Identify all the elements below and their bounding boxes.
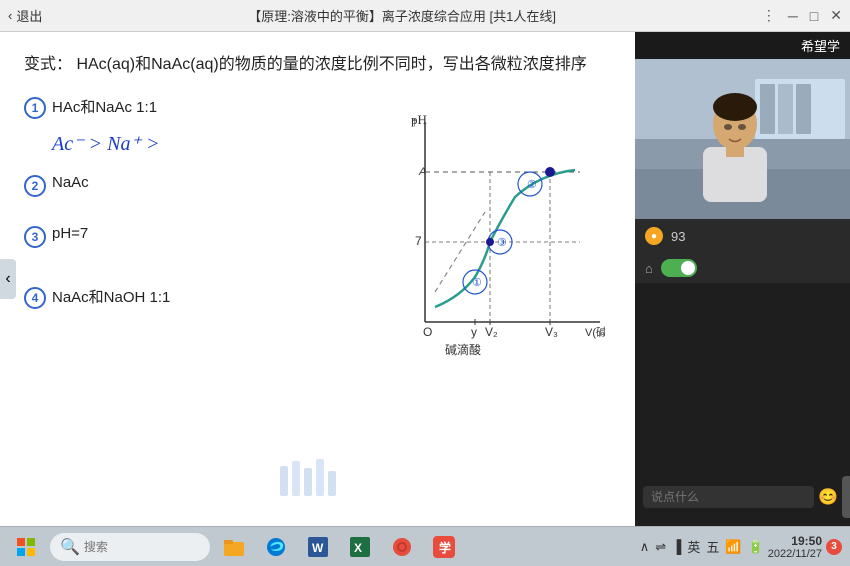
- back-label: 退出: [16, 6, 42, 25]
- item-number-2: 2: [24, 175, 46, 197]
- taskbar-camera-app[interactable]: [384, 529, 420, 565]
- start-button[interactable]: [8, 529, 44, 565]
- camera-app-icon: [392, 537, 412, 557]
- chat-area: 😊 发送: [635, 283, 850, 526]
- send-button[interactable]: 发送: [842, 476, 850, 518]
- taskbar-word-app[interactable]: W: [300, 529, 336, 565]
- item-label-3: pH=7: [52, 225, 88, 242]
- question-title: 变式： HAc(aq)和NaAc(aq)的物质的量的浓度比例不同时，写出各微粒浓…: [24, 52, 615, 78]
- volume-icon[interactable]: ▐: [672, 539, 681, 554]
- chat-input-row: 😊 发送: [643, 476, 842, 518]
- chat-input[interactable]: [643, 486, 814, 508]
- decorative-equipment: [270, 456, 350, 511]
- clock-date: 2022/11/27: [768, 548, 822, 560]
- ph-graph: pH ↑ V(碱) A 7: [385, 112, 605, 372]
- search-box[interactable]: 🔍: [50, 533, 210, 561]
- minimize-button[interactable]: ─: [788, 8, 798, 24]
- chevron-up-icon[interactable]: ∧: [640, 539, 650, 555]
- folder-icon: [223, 536, 245, 558]
- notification-badge[interactable]: 3: [826, 539, 842, 555]
- titlebar-left: ‹ 退出: [8, 6, 42, 25]
- svg-text:W: W: [312, 541, 324, 555]
- brand-name: 希望学: [801, 36, 840, 55]
- svg-text:O: O: [423, 325, 432, 339]
- system-icons: ∧ ⇌ ▐ 英 五 📶 🔋: [640, 537, 764, 556]
- svg-text:V₂: V₂: [485, 325, 498, 339]
- svg-text:②: ②: [527, 179, 537, 191]
- item-number-4: 4: [24, 287, 46, 309]
- titlebar: ‹ 退出 【原理:溶液中的平衡】离子浓度综合应用 [共1人在线] ⋮ ─ □ ✕: [0, 0, 850, 32]
- toggle-area: ⌂: [635, 253, 850, 283]
- taskbar: 🔍 W: [0, 526, 850, 566]
- battery-icon: 🔋: [748, 539, 764, 555]
- sidebar: 希望学: [635, 32, 850, 526]
- windows-logo-icon: [17, 538, 35, 556]
- svg-text:③: ③: [497, 237, 507, 249]
- taskbar-left: 🔍 W: [8, 529, 462, 565]
- taskbar-edge-app[interactable]: [258, 529, 294, 565]
- taskbar-files-app[interactable]: [216, 529, 252, 565]
- teacher-image: [635, 59, 850, 219]
- svg-text:碱滴酸: 碱滴酸: [445, 342, 481, 357]
- search-input[interactable]: [84, 540, 184, 554]
- lesson-area: ‹ 变式： HAc(aq)和NaAc(aq)的物质的量的浓度比例不同时，写出各微…: [0, 32, 635, 526]
- whiteboard: 变式： HAc(aq)和NaAc(aq)的物质的量的浓度比例不同时，写出各微粒浓…: [0, 32, 635, 526]
- window-title: 【原理:溶液中的平衡】离子浓度综合应用 [共1人在线]: [42, 6, 762, 25]
- word-icon: W: [308, 537, 328, 557]
- sidebar-stats: ● 93: [635, 219, 850, 253]
- item-number-3: 3: [24, 226, 46, 248]
- learn-icon: 学: [433, 536, 455, 558]
- item-label-4: NaAc和NaOH 1:1: [52, 286, 170, 307]
- excel-icon: X: [350, 537, 370, 557]
- titlebar-controls: ⋮ ─ □ ✕: [762, 7, 842, 24]
- lang-zh-label[interactable]: 五: [706, 537, 719, 556]
- close-button[interactable]: ✕: [830, 7, 842, 24]
- chevron-left-icon: ‹: [5, 270, 10, 288]
- main-window: ‹ 退出 【原理:溶液中的平衡】离子浓度综合应用 [共1人在线] ⋮ ─ □ ✕…: [0, 0, 850, 566]
- toggle-knob: [681, 261, 695, 275]
- emoji-button[interactable]: 😊: [818, 485, 838, 509]
- brand-header: 希望学: [635, 32, 850, 59]
- teacher-video: [635, 59, 850, 219]
- back-button[interactable]: ‹ 退出: [8, 6, 42, 25]
- time-display: 19:50 2022/11/27: [768, 534, 822, 560]
- svg-text:学: 学: [439, 540, 451, 555]
- svg-text:①: ①: [472, 277, 482, 289]
- edge-icon: [266, 537, 286, 557]
- camera-feed: [635, 59, 850, 219]
- home-icon: ⌂: [645, 261, 653, 276]
- taskbar-right: ∧ ⇌ ▐ 英 五 📶 🔋 19:50 2022/11/27 3: [640, 534, 842, 560]
- toggle-switch[interactable]: [661, 259, 697, 277]
- svg-text:7: 7: [415, 234, 422, 248]
- item-label-1: HAc和NaAc 1:1: [52, 96, 157, 117]
- svg-text:A: A: [418, 166, 426, 178]
- collapse-panel-button[interactable]: ‹: [0, 259, 16, 299]
- svg-text:y: y: [471, 325, 477, 339]
- svg-text:V(碱): V(碱): [585, 326, 605, 339]
- wifi-icon: 📶: [725, 539, 741, 555]
- svg-text:↑: ↑: [411, 114, 418, 129]
- lang-en-label[interactable]: 英: [687, 537, 700, 556]
- search-icon: 🔍: [60, 537, 80, 557]
- more-icon[interactable]: ⋮: [762, 7, 776, 24]
- maximize-button[interactable]: □: [810, 8, 818, 24]
- item-label-2: NaAc: [52, 174, 89, 191]
- back-icon: ‹: [8, 8, 12, 23]
- coin-count: 93: [671, 229, 685, 244]
- svg-text:V₃: V₃: [545, 325, 558, 339]
- taskbar-excel-app[interactable]: X: [342, 529, 378, 565]
- svg-text:X: X: [354, 541, 362, 555]
- clock-time: 19:50: [768, 534, 822, 548]
- network-icon: ⇌: [655, 539, 666, 555]
- main-content: ‹ 变式： HAc(aq)和NaAc(aq)的物质的量的浓度比例不同时，写出各微…: [0, 32, 850, 526]
- graph-container: pH ↑ V(碱) A 7: [385, 112, 605, 372]
- coin-icon: ●: [645, 227, 663, 245]
- taskbar-learn-app[interactable]: 学: [426, 529, 462, 565]
- item-number-1: 1: [24, 97, 46, 119]
